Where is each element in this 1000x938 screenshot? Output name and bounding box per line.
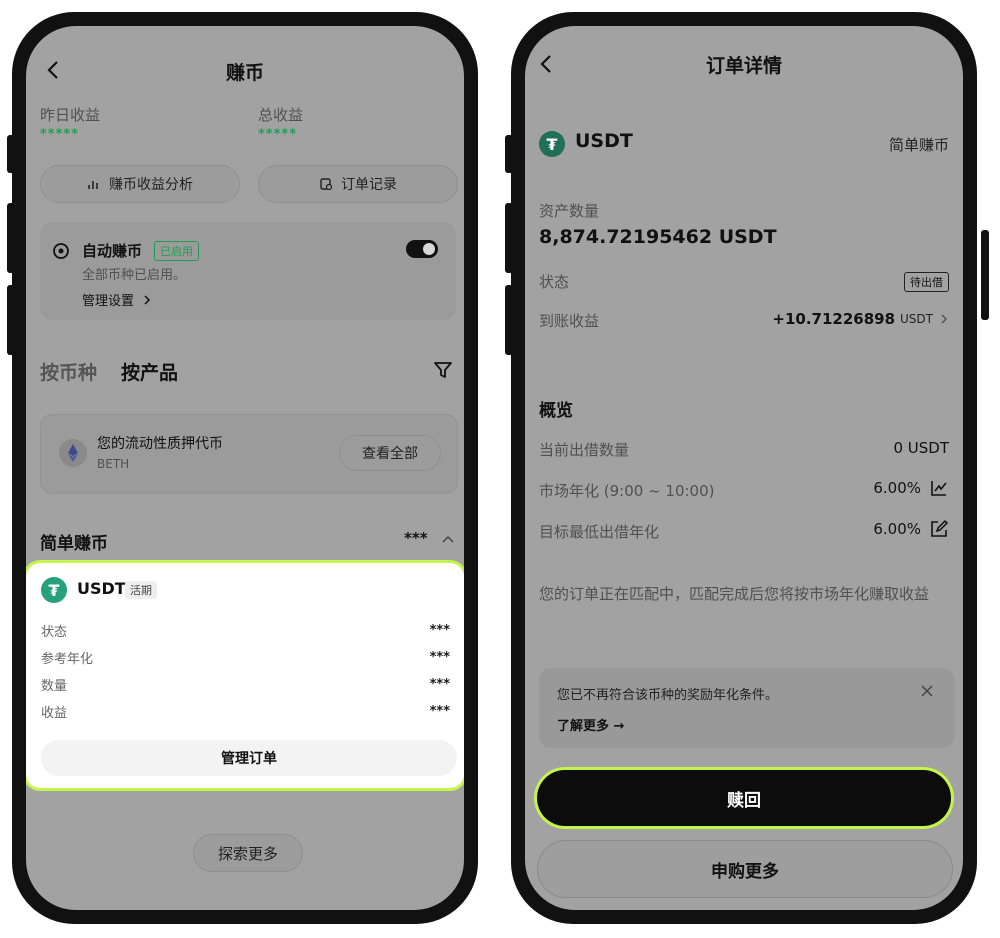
redeem-button[interactable]: 赎回	[537, 770, 951, 826]
usdt-row-status: 状态 ***	[41, 621, 450, 640]
usdt-flexible-badge: 活期	[125, 581, 157, 599]
earnings-analysis-button[interactable]: 赚币收益分析	[40, 165, 240, 203]
chart-icon	[88, 181, 98, 189]
usdt-row-label: 数量	[41, 679, 68, 694]
chevron-right-icon	[144, 294, 151, 305]
right-screen: 订单详情 ₮ USDT 简单赚币 资产数量 8,874.72195462 USD…	[525, 26, 963, 910]
auto-earn-description: 全部币种已启用。	[82, 268, 187, 283]
target-apr-value: 6.00%	[873, 519, 949, 539]
order-product-type: 简单赚币	[888, 136, 949, 154]
yesterday-earnings-label: 昨日收益	[40, 106, 101, 124]
matching-note: 您的订单正在匹配中，匹配完成后您将按市场年化赚取收益	[539, 585, 930, 603]
left-screen: 赚币 昨日收益 ***** 总收益 ***** 赚币收益分析 订单记录 自动赚币…	[26, 26, 464, 910]
overview-row-value: 0 USDT	[893, 439, 949, 457]
total-earnings-label: 总收益	[258, 106, 304, 124]
tab-by-coin[interactable]: 按币种	[40, 358, 97, 385]
usdt-product-card[interactable]: ₮ USDT 活期 状态 *** 参考年化 *** 数量 *** 收益 *** …	[26, 563, 464, 788]
usdt-row-apr: 参考年化 ***	[41, 648, 450, 667]
subscribe-more-label: 申购更多	[711, 861, 779, 882]
usdt-row-value: ***	[429, 650, 450, 665]
usdt-row-label: 参考年化	[41, 652, 94, 667]
earnings-value: +10.71226898	[772, 310, 896, 328]
simple-earn-masked-value: ***	[404, 529, 428, 547]
subscribe-more-button[interactable]: 申购更多	[537, 840, 953, 898]
view-all-button[interactable]: 查看全部	[339, 435, 441, 471]
status-badge: 待出借	[904, 272, 949, 292]
asset-amount-label: 资产数量	[539, 202, 600, 220]
usdt-row-earnings: 收益 ***	[41, 702, 450, 721]
chevron-up-icon[interactable]	[440, 532, 456, 548]
earnings-row-link[interactable]: +10.71226898 USDT	[772, 310, 951, 328]
explore-more-button[interactable]: 探索更多	[193, 834, 303, 872]
manage-order-label: 管理订单	[221, 751, 277, 767]
redeem-label: 赎回	[727, 790, 761, 811]
notice-text: 您已不再符合该币种的奖励年化条件。	[557, 688, 779, 703]
auto-earn-status-badge: 已启用	[154, 241, 199, 261]
order-coin-name: USDT	[575, 130, 633, 152]
learn-more-link[interactable]: 了解更多 →	[557, 715, 624, 734]
ethereum-icon	[59, 439, 87, 467]
liquidity-card: 您的流动性质押代币 BETH 查看全部	[40, 414, 458, 494]
auto-earn-toggle[interactable]	[406, 240, 438, 258]
overview-title: 概览	[539, 401, 573, 421]
usdt-row-value: ***	[429, 704, 450, 719]
page-title: 订单详情	[705, 55, 782, 77]
receipt-icon	[320, 178, 333, 191]
auto-earn-card: 自动赚币 已启用 全部币种已启用。 管理设置	[40, 222, 456, 320]
filter-icon[interactable]	[432, 359, 454, 381]
usdt-row-value: ***	[429, 677, 450, 692]
order-records-button[interactable]: 订单记录	[258, 165, 458, 203]
tether-icon: ₮	[41, 577, 67, 603]
page-title: 赚币	[225, 62, 264, 84]
power-button	[981, 230, 989, 320]
asset-amount-value: 8,874.72195462 USDT	[539, 226, 777, 248]
liquidity-title: 您的流动性质押代币	[97, 436, 223, 452]
earnings-label: 到账收益	[539, 312, 600, 330]
view-all-label: 查看全部	[362, 446, 418, 462]
usdt-row-amount: 数量 ***	[41, 675, 450, 694]
edit-icon[interactable]	[929, 519, 949, 539]
explore-more-label: 探索更多	[217, 844, 278, 863]
chevron-right-icon	[941, 314, 948, 324]
auto-earn-title: 自动赚币	[82, 242, 143, 260]
auto-earn-manage-link[interactable]: 管理设置	[82, 290, 154, 309]
simple-earn-title: 简单赚币	[40, 534, 108, 554]
tether-icon: ₮	[539, 131, 565, 157]
trend-icon[interactable]	[929, 478, 949, 498]
usdt-row-label: 收益	[41, 706, 68, 721]
left-phone: 赚币 昨日收益 ***** 总收益 ***** 赚币收益分析 订单记录 自动赚币…	[12, 12, 478, 924]
overview-row-value: 6.00%	[873, 520, 921, 538]
close-icon[interactable]	[919, 683, 935, 699]
overview-row-value: 6.00%	[873, 479, 921, 497]
total-earnings-value: *****	[258, 127, 297, 142]
notice-card: 您已不再符合该币种的奖励年化条件。 了解更多 →	[539, 668, 955, 748]
auto-earn-manage-label: 管理设置	[82, 294, 135, 309]
liquidity-subtitle: BETH	[97, 457, 130, 471]
right-phone: 订单详情 ₮ USDT 简单赚币 资产数量 8,874.72195462 USD…	[511, 12, 977, 924]
tab-by-product[interactable]: 按产品	[121, 358, 178, 385]
overview-row-label: 市场年化 (9:00 ~ 10:00)	[539, 482, 715, 500]
usdt-coin-name: USDT	[77, 579, 126, 598]
manage-order-button[interactable]: 管理订单	[41, 740, 457, 776]
overview-row-label: 目标最低出借年化	[539, 523, 660, 541]
usdt-row-value: ***	[429, 623, 450, 638]
overview-row-label: 当前出借数量	[539, 441, 630, 459]
yesterday-earnings-value: *****	[40, 127, 79, 142]
target-icon	[53, 243, 69, 259]
order-records-label: 订单记录	[341, 177, 397, 193]
status-label: 状态	[539, 273, 570, 291]
market-apr-value: 6.00%	[873, 478, 949, 498]
usdt-row-label: 状态	[41, 625, 68, 640]
earnings-unit: USDT	[900, 312, 933, 326]
earnings-analysis-label: 赚币收益分析	[109, 177, 193, 193]
